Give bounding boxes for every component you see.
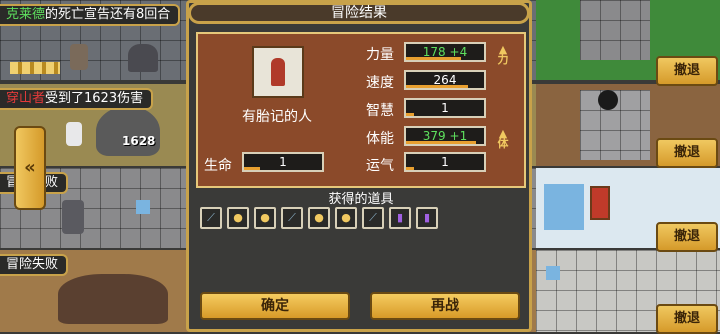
retreat-button-4[interactable]: 撤退 <box>656 304 718 334</box>
double-chevron-left-icon: « <box>24 157 36 178</box>
strength-up-arrow-icon: ▲ 力 <box>497 43 509 66</box>
character-name: 有胎记的人 <box>242 109 312 125</box>
stat-bar-luck <box>406 167 414 170</box>
stat-label-strength: 力量 <box>366 47 394 63</box>
item-slot-7[interactable]: ⟋ <box>362 207 384 229</box>
collapse-arrow-button[interactable]: « <box>14 126 46 210</box>
items-title: 获得的道具 <box>328 192 394 207</box>
modal-title: 冒险结果 <box>188 2 530 24</box>
door-sprite <box>590 186 610 220</box>
spider-boss-sprite <box>96 106 160 156</box>
confirm-button[interactable]: 确定 <box>200 292 350 320</box>
hp-value-box: 1 <box>242 152 324 172</box>
stat-label-stamina: 体能 <box>366 131 394 147</box>
gold-icon: ● <box>233 211 243 224</box>
crystal-sprite <box>136 200 150 214</box>
potion-icon: ▮ <box>423 211 431 224</box>
lane-1-text: 的死亡宣告还有8回合 <box>45 7 171 22</box>
stamina-up-arrow-icon: ▲ 体 <box>497 127 509 150</box>
crystal-sprite-2 <box>546 266 560 280</box>
item-slot-4[interactable]: ⟋ <box>281 207 303 229</box>
enemy-sprite <box>128 44 158 72</box>
stat-box-wisdom: 1 <box>404 98 486 118</box>
hp-label: 生命 <box>204 158 232 174</box>
lane-4-text: 冒险失败 <box>6 257 59 272</box>
stat-box-luck: 1 <box>404 152 486 172</box>
stat-label-wisdom: 智慧 <box>366 103 394 119</box>
damage-number: 1628 <box>122 134 156 148</box>
hero-sprite-2 <box>66 122 82 146</box>
stat-bar-wisdom <box>406 113 414 116</box>
character-sprite <box>271 58 285 86</box>
item-slot-1[interactable]: ⟋ <box>200 207 222 229</box>
hero-sprite <box>70 44 88 70</box>
fight-again-button[interactable]: 再战 <box>370 292 520 320</box>
gold-icon: ● <box>314 211 324 224</box>
stat-value-wisdom: 1 <box>441 101 449 115</box>
stone-floor <box>580 0 650 60</box>
item-slot-2[interactable]: ● <box>227 207 249 229</box>
lane-4-message: 冒险失败 <box>0 254 69 276</box>
retreat-button-2[interactable]: 撤退 <box>656 138 718 168</box>
stat-box-speed: 264 <box>404 70 486 90</box>
stat-label-luck: 运气 <box>366 158 394 174</box>
item-slot-5[interactable]: ● <box>308 207 330 229</box>
stat-bar-stamina <box>406 141 477 144</box>
lane-1-message: 克莱德的死亡宣告还有8回合 <box>0 4 181 26</box>
sword-icon: ⟋ <box>207 211 215 224</box>
ice-pond <box>544 184 584 230</box>
gold-icon: ● <box>341 211 351 224</box>
potion-icon: ▮ <box>396 211 404 224</box>
retreat-button-1[interactable]: 撤退 <box>656 56 718 86</box>
sword-icon: ⟋ <box>288 211 296 224</box>
character-portrait <box>252 46 304 98</box>
item-slot-6[interactable]: ● <box>335 207 357 229</box>
dragon-sprite <box>58 274 168 324</box>
lane-1-name: 克莱德 <box>6 7 46 22</box>
stat-label-speed: 速度 <box>366 75 394 91</box>
item-slot-3[interactable]: ● <box>254 207 276 229</box>
coin-row <box>10 62 60 74</box>
retreat-button-3[interactable]: 撤退 <box>656 222 718 252</box>
lane-2-text: 受到了1623伤害 <box>45 91 144 106</box>
hole-sprite <box>598 90 618 110</box>
stat-box-stamina: 379 +1 <box>404 126 486 146</box>
hp-bar <box>244 167 260 170</box>
hp-value: 1 <box>279 155 287 169</box>
stat-bar-strength <box>406 57 461 60</box>
item-slot-9[interactable]: ▮ <box>416 207 438 229</box>
item-slot-8[interactable]: ▮ <box>389 207 411 229</box>
sword-icon: ⟋ <box>369 211 377 224</box>
lane-2-message: 穿山者受到了1623伤害 <box>0 88 154 110</box>
stat-box-strength: 178 +4 <box>404 42 486 62</box>
lane-2-name: 穿山者 <box>6 91 46 106</box>
hero-sprite-3 <box>62 200 84 234</box>
stat-bar-speed <box>406 85 469 88</box>
gold-icon: ● <box>260 211 270 224</box>
stat-value-luck: 1 <box>441 155 449 169</box>
